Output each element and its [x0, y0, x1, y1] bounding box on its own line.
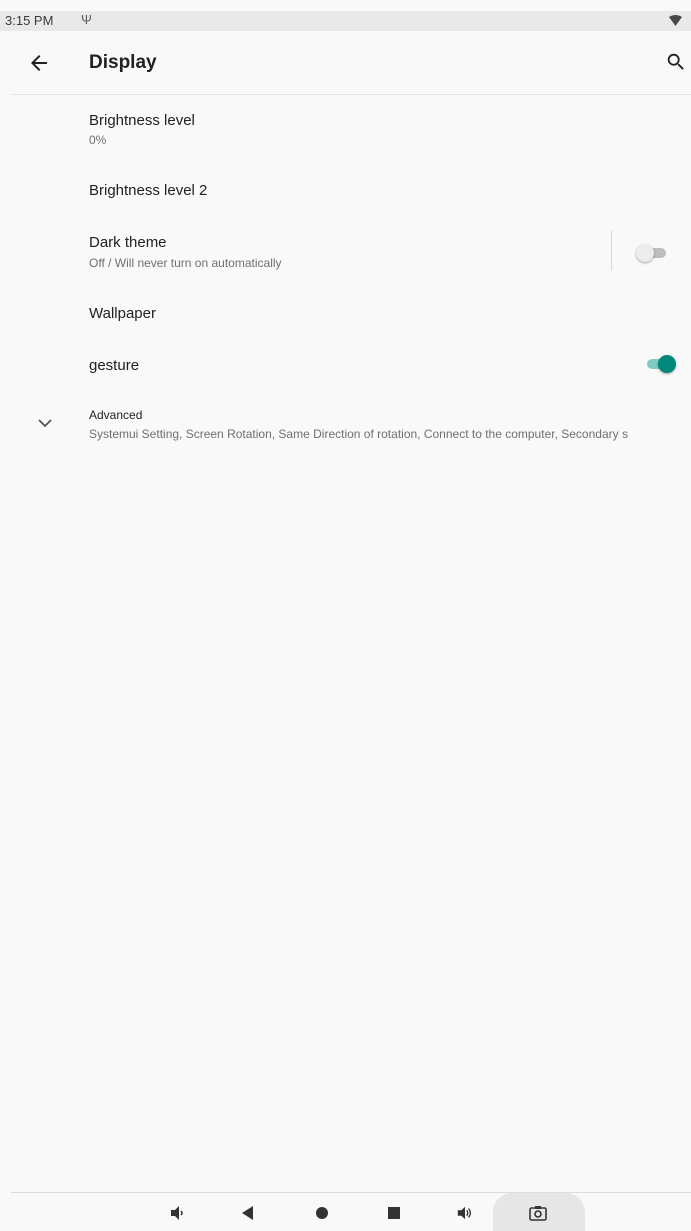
- status-bar: 3:15 PM Ψ: [0, 11, 691, 31]
- pref-brightness-level-title: Brightness level: [89, 112, 195, 129]
- gesture-toggle[interactable]: [643, 354, 679, 374]
- dark-theme-toggle-thumb: [636, 244, 654, 262]
- gesture-toggle-thumb: [658, 355, 676, 373]
- pref-wallpaper-title: Wallpaper: [89, 305, 156, 322]
- volume-down-icon[interactable]: [168, 1204, 186, 1222]
- status-time: 3:15 PM: [5, 13, 54, 28]
- app-bar: Display: [11, 31, 691, 95]
- page-title: Display: [89, 52, 157, 73]
- wifi-icon: [669, 15, 682, 26]
- pref-advanced-summary: Systemui Setting, Screen Rotation, Same …: [89, 427, 628, 441]
- volume-up-icon[interactable]: [456, 1204, 474, 1222]
- arrow-back-icon[interactable]: [27, 51, 51, 75]
- pref-gesture-title: gesture: [89, 357, 140, 374]
- recents-square-icon[interactable]: [385, 1204, 403, 1222]
- dark-theme-toggle[interactable]: [636, 243, 672, 263]
- pref-brightness-level-summary: 0%: [89, 133, 107, 147]
- pref-brightness-level-2-title: Brightness level 2: [89, 182, 208, 199]
- pref-dark-theme-title: Dark theme: [89, 234, 167, 251]
- back-triangle-icon[interactable]: [239, 1204, 257, 1222]
- chevron-down-icon: [38, 419, 52, 428]
- search-icon[interactable]: [665, 51, 687, 73]
- dark-theme-divider: [611, 230, 612, 270]
- camera-icon[interactable]: [529, 1204, 547, 1222]
- navigation-bar: [11, 1192, 691, 1231]
- pref-advanced-title: Advanced: [89, 408, 143, 422]
- usb-icon: Ψ: [81, 12, 92, 27]
- pref-dark-theme-summary: Off / Will never turn on automatically: [89, 256, 282, 270]
- home-circle-icon[interactable]: [313, 1204, 331, 1222]
- pref-brightness-level[interactable]: [11, 100, 691, 160]
